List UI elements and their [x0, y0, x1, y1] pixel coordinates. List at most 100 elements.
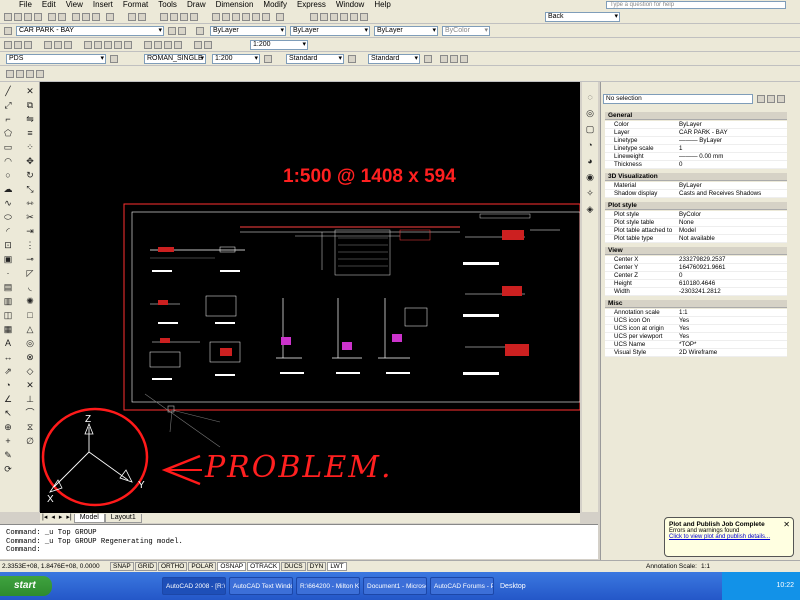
help-search-input[interactable]: Type a question for help	[606, 1, 786, 9]
erase-icon[interactable]: ✕	[24, 86, 36, 97]
undo-icon[interactable]	[128, 13, 136, 21]
property-group-header[interactable]: Misc	[605, 300, 787, 308]
property-value[interactable]: 1:1	[675, 309, 787, 316]
property-value[interactable]: 233279829.2537	[675, 256, 787, 263]
publish-icon[interactable]	[58, 13, 66, 21]
camera-icon[interactable]: ▢	[584, 124, 596, 135]
dim-update-icon[interactable]: ⟳	[2, 464, 14, 475]
property-value[interactable]: 1	[675, 145, 787, 152]
ellipse-icon[interactable]: ⬭	[2, 212, 14, 223]
task-autocad-text-window[interactable]: AutoCAD Text Windo...	[229, 577, 293, 595]
polyline-icon[interactable]: ⌐	[2, 114, 14, 125]
polar-icon[interactable]	[64, 41, 72, 49]
draw-order-above-icon[interactable]	[26, 70, 34, 78]
dim-edit-icon[interactable]: ✎	[2, 450, 14, 461]
property-row[interactable]: Shadow display Casts and Receives Shadows	[605, 190, 787, 198]
construction-line-icon[interactable]: ⤢	[2, 100, 14, 111]
quickcalc-icon[interactable]	[262, 13, 270, 21]
property-row[interactable]: Center Z 0	[605, 272, 787, 280]
break-icon[interactable]: ⋮	[24, 240, 36, 251]
draw-order-below-icon[interactable]	[36, 70, 44, 78]
gradient-icon[interactable]: ▥	[2, 296, 14, 307]
property-value[interactable]: ByLayer	[675, 182, 787, 189]
property-value[interactable]: CAR PARK - BAY	[675, 129, 787, 136]
osnap-center-icon[interactable]: ◎	[24, 338, 36, 349]
tab-layout1[interactable]: Layout1	[104, 513, 142, 523]
task-autocad-forums[interactable]: AutoCAD Forums - Po...	[430, 577, 494, 595]
redo-icon[interactable]	[138, 13, 146, 21]
annotation-scale-value[interactable]: 1:1	[701, 563, 710, 570]
cut-icon[interactable]	[72, 13, 80, 21]
property-group-header[interactable]: Plot style	[605, 202, 787, 210]
menu-help[interactable]: Help	[369, 0, 395, 10]
view-top-icon[interactable]	[320, 13, 328, 21]
osnap-node-icon[interactable]: ⊗	[24, 352, 36, 363]
dim-scale-combo[interactable]: 1:200	[212, 54, 260, 64]
named-view-combo[interactable]: Back	[545, 12, 620, 22]
line-icon[interactable]: ╱	[2, 86, 14, 97]
property-row[interactable]: UCS icon On Yes	[605, 317, 787, 325]
property-value[interactable]: *TOP*	[675, 341, 787, 348]
menu-insert[interactable]: Insert	[88, 0, 118, 10]
layer-states-icon[interactable]	[196, 27, 204, 35]
selection-combo[interactable]: No selection	[603, 94, 753, 104]
property-value[interactable]: Model	[675, 227, 787, 234]
tab-model[interactable]: Model	[73, 513, 105, 523]
tab-next-arrow[interactable]: ▸	[56, 513, 65, 523]
mtext-icon[interactable]: A	[2, 338, 14, 349]
save-icon[interactable]	[24, 13, 32, 21]
draw-order-back-icon[interactable]	[16, 70, 24, 78]
menu-edit[interactable]: Edit	[37, 0, 61, 10]
property-row[interactable]: Lineweight ——— 0.00 mm	[605, 153, 787, 161]
plot-style-combo[interactable]: ByColor	[442, 26, 490, 36]
property-row[interactable]: Plot table attached to Model	[605, 227, 787, 235]
hide-icon[interactable]	[24, 41, 32, 49]
status-toggle-snap[interactable]: SNAP	[110, 562, 134, 571]
property-row[interactable]: UCS icon at origin Yes	[605, 325, 787, 333]
status-toggle-lwt[interactable]: LWT	[327, 562, 347, 571]
markup-icon[interactable]	[252, 13, 260, 21]
property-row[interactable]: Annotation scale 1:1	[605, 309, 787, 317]
menu-express[interactable]: Express	[292, 0, 331, 10]
osnap-tangent-icon[interactable]: ⌒	[24, 408, 36, 419]
orbit-icon[interactable]: ◌	[584, 92, 596, 103]
property-value[interactable]: None	[675, 219, 787, 226]
spline-icon[interactable]: ∿	[2, 198, 14, 209]
leader-icon[interactable]: ↖	[2, 408, 14, 419]
tab-last-arrow[interactable]: ▸|	[64, 513, 74, 523]
menu-view[interactable]: View	[61, 0, 88, 10]
property-value[interactable]: 0	[675, 161, 787, 168]
arc-icon[interactable]: ◠	[2, 156, 14, 167]
chamfer-icon[interactable]: ◸	[24, 268, 36, 279]
property-value[interactable]: Yes	[675, 325, 787, 332]
polygon-icon[interactable]: ⬠	[2, 128, 14, 139]
property-row[interactable]: Plot table type Not available	[605, 235, 787, 243]
zoom-previous-icon[interactable]	[190, 13, 198, 21]
make-block-icon[interactable]: ▣	[2, 254, 14, 265]
desktop-toolbar[interactable]: Desktop	[500, 583, 526, 590]
ortho-icon[interactable]	[54, 41, 62, 49]
zoom-realtime-icon[interactable]	[170, 13, 178, 21]
join-icon[interactable]: ⊸	[24, 254, 36, 265]
toggle-pickadd-icon[interactable]	[757, 95, 765, 103]
command-prompt[interactable]: Command:	[6, 546, 598, 555]
snap-tracking-icon[interactable]	[44, 41, 52, 49]
status-toggle-grid[interactable]: GRID	[134, 562, 157, 571]
property-row[interactable]: Layer CAR PARK - BAY	[605, 129, 787, 137]
layer-previous-icon[interactable]	[178, 27, 186, 35]
close-icon[interactable]: ✕	[783, 520, 790, 529]
array-icon[interactable]: ⁘	[24, 142, 36, 153]
design-center-icon[interactable]	[222, 13, 230, 21]
property-row[interactable]: Linetype ——— ByLayer	[605, 137, 787, 145]
status-toggle-otrack[interactable]: OTRACK	[247, 562, 281, 571]
view-back-icon[interactable]	[360, 13, 368, 21]
regen-icon[interactable]	[144, 41, 152, 49]
start-button[interactable]: start	[0, 576, 52, 596]
property-value[interactable]: Yes	[675, 333, 787, 340]
new-icon[interactable]	[4, 13, 12, 21]
task-word-document[interactable]: Document1 - Microsof...	[363, 577, 427, 595]
property-row[interactable]: Material ByLayer	[605, 182, 787, 190]
table-icon[interactable]: ▦	[2, 324, 14, 335]
property-value[interactable]: ByLayer	[675, 121, 787, 128]
tolerance-icon[interactable]: ⊕	[2, 422, 14, 433]
